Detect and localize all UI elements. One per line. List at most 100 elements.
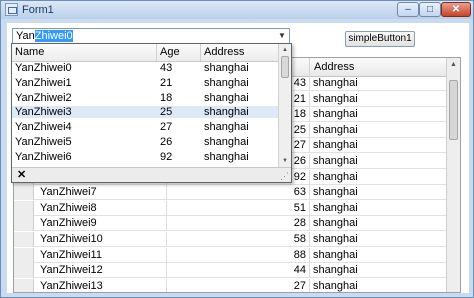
grid-cell-address[interactable]: shanghai bbox=[313, 279, 358, 292]
grid-cell-name[interactable]: YanZhiwei12 bbox=[40, 263, 103, 277]
grid-cell-name[interactable]: YanZhiwei11 bbox=[40, 248, 102, 262]
column-divider bbox=[166, 278, 167, 292]
column-divider bbox=[309, 216, 310, 232]
column-divider bbox=[166, 247, 167, 263]
grid-row[interactable]: YanZhiwei9 28 shanghai bbox=[14, 216, 446, 232]
grid-cell-address[interactable]: shanghai bbox=[313, 154, 358, 168]
grid-cell-address[interactable]: shanghai bbox=[313, 232, 358, 246]
minimize-button[interactable]: – bbox=[397, 2, 419, 17]
column-divider bbox=[166, 216, 167, 232]
row-indicator[interactable] bbox=[14, 278, 34, 292]
title-bar[interactable]: Form1 – □ ✕ bbox=[1, 1, 473, 19]
popup-cell-age: 25 bbox=[160, 106, 173, 119]
grid-cell-age[interactable]: 63 bbox=[266, 185, 306, 199]
grid-cell-address[interactable]: shanghai bbox=[313, 76, 358, 90]
column-divider bbox=[309, 263, 310, 279]
grid-cell-age[interactable]: 51 bbox=[266, 201, 306, 215]
grid-cell-address[interactable]: shanghai bbox=[313, 138, 358, 152]
popup-row[interactable]: YanZhiwei3 25 shanghai bbox=[12, 106, 278, 119]
popup-scroll-thumb[interactable] bbox=[281, 56, 289, 78]
simple-button[interactable]: simpleButton1 bbox=[345, 31, 415, 47]
row-indicator[interactable] bbox=[14, 263, 34, 279]
grid-cell-name[interactable]: YanZhiwei9 bbox=[40, 216, 97, 230]
dropdown-arrow-icon[interactable]: ▼ bbox=[277, 30, 287, 42]
column-divider bbox=[309, 138, 310, 154]
row-indicator[interactable] bbox=[14, 200, 34, 216]
grid-cell-age[interactable]: 58 bbox=[266, 232, 306, 246]
grid-cell-age[interactable]: 44 bbox=[266, 263, 306, 277]
lookup-edit[interactable]: YanZhiwei0 ▼ bbox=[12, 28, 290, 44]
column-divider bbox=[309, 107, 310, 123]
popup-header-age[interactable]: Age bbox=[157, 44, 201, 61]
popup-scroll-up-icon[interactable]: ▲ bbox=[280, 45, 290, 55]
close-button[interactable]: ✕ bbox=[441, 2, 471, 17]
grid-cell-age[interactable]: 28 bbox=[266, 216, 306, 230]
grid-cell-age[interactable]: 27 bbox=[266, 279, 306, 292]
scroll-thumb[interactable] bbox=[449, 80, 458, 140]
row-indicator[interactable] bbox=[14, 185, 34, 201]
row-indicator[interactable] bbox=[14, 232, 34, 247]
column-divider bbox=[309, 154, 310, 169]
column-divider bbox=[309, 122, 310, 138]
grid-row[interactable]: YanZhiwei7 63 shanghai bbox=[14, 185, 446, 201]
grid-header-address[interactable]: Address bbox=[310, 58, 446, 76]
app-icon bbox=[5, 3, 18, 16]
grid-cell-address[interactable]: shanghai bbox=[313, 107, 358, 121]
popup-cell-age: 21 bbox=[160, 76, 173, 89]
popup-row[interactable]: YanZhiwei4 27 shanghai bbox=[12, 121, 278, 133]
column-divider bbox=[166, 232, 167, 247]
grid-cell-address[interactable]: shanghai bbox=[313, 92, 358, 106]
popup-cell-age: 26 bbox=[160, 136, 173, 148]
lookup-typed-text: Yan bbox=[16, 30, 35, 42]
popup-cell-age: 27 bbox=[160, 121, 173, 134]
grid-cell-address[interactable]: shanghai bbox=[313, 170, 358, 184]
grid-cell-address[interactable]: shanghai bbox=[313, 123, 358, 137]
popup-vertical-scrollbar[interactable]: ▲ ▼ bbox=[278, 44, 291, 167]
popup-cell-name: YanZhiwei6 bbox=[15, 150, 72, 163]
grid-row[interactable]: YanZhiwei13 27 shanghai bbox=[14, 278, 446, 292]
column-divider bbox=[309, 185, 310, 201]
popup-close-icon[interactable]: ✕ bbox=[17, 169, 26, 181]
popup-row[interactable]: YanZhiwei2 18 shanghai bbox=[12, 92, 278, 104]
popup-cell-name: YanZhiwei3 bbox=[15, 106, 72, 119]
popup-row[interactable]: YanZhiwei6 92 shanghai bbox=[12, 151, 278, 163]
row-indicator[interactable] bbox=[14, 216, 34, 232]
grid-cell-name[interactable]: YanZhiwei10 bbox=[40, 232, 103, 246]
lookup-popup[interactable]: Name Age Address YanZhiwei0 43 shanghai Yan… bbox=[11, 43, 292, 183]
popup-row[interactable]: YanZhiwei1 21 shanghai bbox=[12, 77, 278, 89]
window-title: Form1 bbox=[22, 4, 54, 16]
grid-cell-address[interactable]: shanghai bbox=[313, 248, 358, 262]
grid-row[interactable]: YanZhiwei8 51 shanghai bbox=[14, 200, 446, 216]
popup-header-address[interactable]: Address bbox=[201, 44, 278, 61]
grid-cell-address[interactable]: shanghai bbox=[313, 263, 358, 277]
maximize-button[interactable]: □ bbox=[419, 2, 441, 17]
form-client-area: simpleButton1 Address 43 shanghai 21 shangh… bbox=[7, 23, 469, 293]
popup-cell-age: 18 bbox=[160, 91, 173, 104]
grid-cell-address[interactable]: shanghai bbox=[313, 201, 358, 215]
grid-cell-address[interactable]: shanghai bbox=[313, 185, 358, 199]
grid-cell-name[interactable]: YanZhiwei13 bbox=[40, 279, 103, 292]
column-divider bbox=[309, 247, 310, 263]
column-divider bbox=[309, 76, 310, 91]
popup-row[interactable]: YanZhiwei5 26 shanghai bbox=[12, 136, 278, 148]
popup-cell-address: shanghai bbox=[204, 106, 249, 119]
grid-row[interactable]: YanZhiwei10 58 shanghai bbox=[14, 232, 446, 247]
grid-cell-name[interactable]: YanZhiwei8 bbox=[40, 201, 97, 215]
scroll-up-icon[interactable]: ▲ bbox=[448, 59, 459, 71]
popup-header-name[interactable]: Name bbox=[12, 44, 157, 61]
row-indicator[interactable] bbox=[14, 247, 34, 263]
grid-row[interactable]: YanZhiwei12 44 shanghai bbox=[14, 263, 446, 279]
popup-cell-address: shanghai bbox=[204, 91, 249, 104]
grid-cell-name[interactable]: YanZhiwei7 bbox=[40, 185, 97, 199]
resize-grip-icon[interactable]: ⋰ bbox=[280, 172, 289, 181]
lookup-text[interactable]: YanZhiwei0 bbox=[16, 30, 73, 43]
popup-row[interactable]: YanZhiwei0 43 shanghai bbox=[12, 62, 278, 74]
grid-row[interactable]: YanZhiwei11 88 shanghai bbox=[14, 247, 446, 263]
grid-vertical-scrollbar[interactable]: ▲ bbox=[446, 58, 460, 292]
grid-cell-age[interactable]: 88 bbox=[266, 248, 306, 262]
column-divider bbox=[309, 278, 310, 292]
popup-cell-name: YanZhiwei2 bbox=[15, 91, 72, 104]
form1-window: Form1 – □ ✕ simpleButton1 Address 43 shan… bbox=[0, 0, 474, 298]
popup-scroll-down-icon[interactable]: ▼ bbox=[280, 156, 290, 166]
grid-cell-address[interactable]: shanghai bbox=[313, 216, 358, 230]
